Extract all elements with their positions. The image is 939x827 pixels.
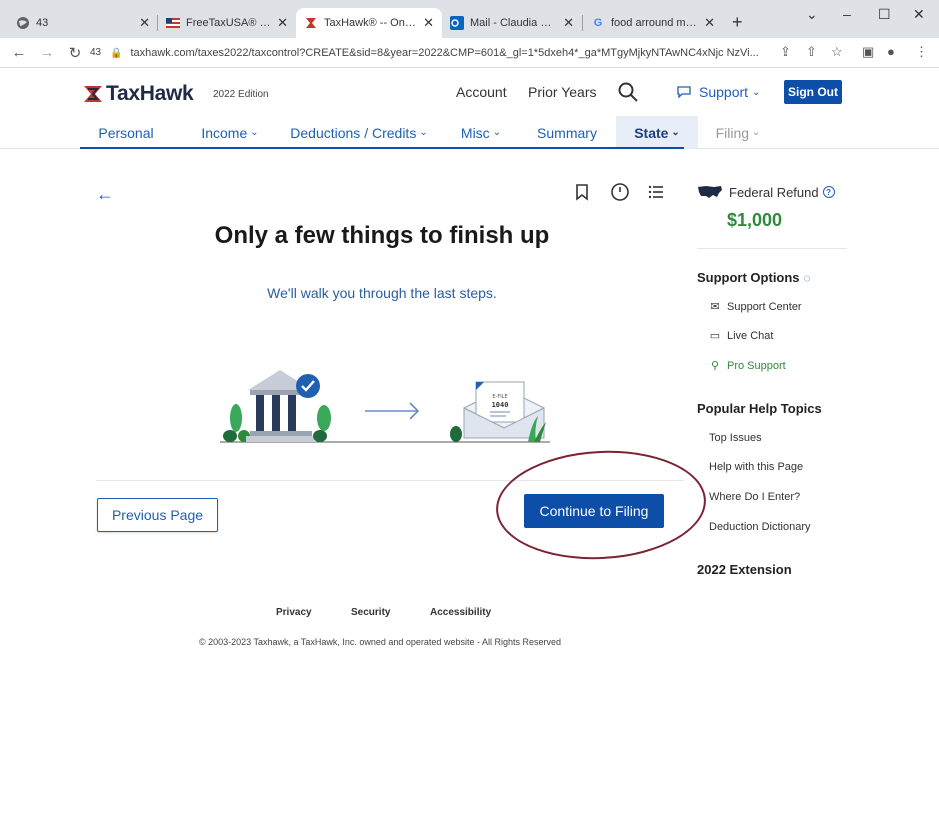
bookmark-icon[interactable] xyxy=(572,182,592,202)
sidepanel-icon[interactable]: ▣ xyxy=(862,44,874,60)
prior-years-link[interactable]: Prior Years xyxy=(528,84,596,100)
efile-illustration: E-FILE 1040 xyxy=(220,370,550,443)
close-tab-icon[interactable]: ✕ xyxy=(277,15,288,31)
chevron-down-icon: ⌄ xyxy=(752,127,761,138)
chevron-down-icon: ⌄ xyxy=(752,86,761,98)
chevron-down-icon: ⌄ xyxy=(250,127,259,138)
forward-arrow-icon[interactable]: → xyxy=(38,44,56,61)
outlook-icon xyxy=(450,16,464,30)
page-title: Only a few things to finish up xyxy=(214,222,550,249)
nav-summary[interactable]: Summary xyxy=(530,116,604,149)
security-link[interactable]: Security xyxy=(351,607,390,618)
close-tab-icon[interactable]: ✕ xyxy=(704,15,715,31)
main-nav: Personal Income ⌄ Deductions / Credits ⌄ M… xyxy=(0,116,939,149)
menu-kebab-icon[interactable]: ⋮ xyxy=(915,44,928,60)
site-header: TaxHawk 2022 Edition Account Prior Years… xyxy=(0,68,939,116)
taxhawk-logo[interactable]: TaxHawk xyxy=(82,82,194,106)
copyright-text: © 2003-2023 Taxhawk, a TaxHawk, Inc. own… xyxy=(198,637,561,647)
account-link[interactable]: Account xyxy=(456,84,507,100)
chat-icon: ▭ xyxy=(709,330,721,342)
flag-icon xyxy=(166,16,180,30)
refresh-icon[interactable]: ◌ xyxy=(804,271,811,285)
browser-tab[interactable]: G food arround me - G ✕ xyxy=(583,8,723,38)
close-window-icon[interactable]: ✕ xyxy=(913,6,925,23)
clock-icon[interactable] xyxy=(610,182,630,202)
lock-icon: 🔒 xyxy=(110,47,123,59)
share-icon[interactable]: ⇪ xyxy=(780,44,791,60)
form-1040-label: 1040 xyxy=(492,401,509,409)
nav-personal[interactable]: Personal xyxy=(80,116,172,149)
reload-icon[interactable]: ↻ xyxy=(66,44,84,62)
person-check-icon: ⚲ xyxy=(710,360,720,372)
nav-deductions-credits[interactable]: Deductions / Credits ⌄ xyxy=(288,116,430,149)
browser-tab-active[interactable]: TaxHawk® -- Only a f ✕ xyxy=(296,8,442,38)
close-tab-icon[interactable]: ✕ xyxy=(139,15,150,31)
tab-count-badge: 43 xyxy=(90,47,102,58)
taxhawk-icon xyxy=(304,16,318,30)
close-tab-icon[interactable]: ✕ xyxy=(423,15,434,31)
page-subtitle: We'll walk you through the last steps. xyxy=(267,285,497,301)
minimize-icon[interactable]: – xyxy=(843,6,851,22)
globe-icon xyxy=(16,16,30,30)
profile-icon[interactable]: ● xyxy=(887,44,895,59)
nav-progress-bar xyxy=(80,147,684,149)
maximize-icon[interactable]: ☐ xyxy=(878,6,891,23)
list-menu-icon[interactable] xyxy=(646,182,666,202)
edition-label: 2022 Edition xyxy=(213,89,269,100)
help-topic-link[interactable]: Where Do I Enter? xyxy=(709,491,800,503)
search-icon[interactable] xyxy=(618,82,638,102)
back-arrow-icon[interactable]: ← xyxy=(10,44,28,61)
browser-tab-bar: 43 ✕ FreeTaxUSA® FREE Ta ✕ TaxHawk® -- O… xyxy=(0,0,939,38)
refund-amount: $1,000 xyxy=(727,210,783,230)
previous-page-button[interactable]: Previous Page xyxy=(97,498,218,532)
upload-icon[interactable]: ⇧ xyxy=(806,44,817,60)
help-question-icon[interactable]: ? xyxy=(822,186,835,198)
browser-toolbar: ← → ↻ 43 🔒 taxhawk.com/taxes2022/taxcont… xyxy=(0,38,939,68)
close-tab-icon[interactable]: ✕ xyxy=(563,15,574,31)
refund-summary: Federal Refund ? $1,000 xyxy=(697,184,847,231)
chevron-down-icon: ⌄ xyxy=(492,127,502,138)
google-icon: G xyxy=(593,17,603,29)
accessibility-link[interactable]: Accessibility xyxy=(430,607,491,618)
help-topic-link[interactable]: Help with this Page xyxy=(709,461,803,473)
privacy-link[interactable]: Privacy xyxy=(276,607,312,618)
live-chat-link[interactable]: ▭ Live Chat xyxy=(709,329,774,343)
new-tab-icon[interactable]: + xyxy=(732,12,743,33)
chevron-down-icon: ⌄ xyxy=(419,127,428,138)
extension-heading[interactable]: 2022 Extension xyxy=(697,562,792,577)
browser-tab[interactable]: FreeTaxUSA® FREE Ta ✕ xyxy=(158,8,296,38)
usa-map-icon xyxy=(698,186,722,198)
taxhawk-logo-icon xyxy=(84,86,102,102)
federal-refund-label: Federal Refund xyxy=(729,184,819,200)
popular-help-heading: Popular Help Topics xyxy=(697,401,822,416)
support-options-heading: Support Options ◌ xyxy=(697,270,811,285)
chevron-down-icon: ⌄ xyxy=(671,127,680,138)
help-topic-link[interactable]: Top Issues xyxy=(709,432,762,444)
browser-tab[interactable]: Mail - Claudia Sane - ✕ xyxy=(442,8,582,38)
nav-income[interactable]: Income ⌄ xyxy=(190,116,270,149)
nav-filing[interactable]: Filing ⌄ xyxy=(708,116,768,149)
back-arrow-icon[interactable]: ← xyxy=(96,184,114,205)
url-text: taxhawk.com/taxes2022/taxcontrol?CREATE&… xyxy=(130,47,759,59)
sidebar-divider xyxy=(697,248,847,249)
nav-misc[interactable]: Misc ⌄ xyxy=(448,116,514,149)
mail-icon: ✉ xyxy=(710,301,720,313)
sign-out-button[interactable]: Sign Out xyxy=(784,80,842,104)
nav-state[interactable]: State ⌄ xyxy=(616,116,698,149)
support-menu[interactable]: Support ⌄ xyxy=(677,84,760,100)
browser-tab[interactable]: 43 ✕ xyxy=(8,8,158,38)
tab-search-icon[interactable]: ⌄ xyxy=(806,6,818,23)
help-topic-link[interactable]: Deduction Dictionary xyxy=(709,521,811,533)
support-center-link[interactable]: ✉ Support Center xyxy=(709,300,801,314)
address-bar[interactable]: 🔒 taxhawk.com/taxes2022/taxcontrol?CREAT… xyxy=(110,42,770,64)
chat-bubble-icon xyxy=(677,86,691,98)
pro-support-link[interactable]: ⚲ Pro Support xyxy=(709,359,786,373)
efile-label: E-FILE xyxy=(492,394,507,400)
bookmark-star-icon[interactable]: ☆ xyxy=(831,44,843,60)
